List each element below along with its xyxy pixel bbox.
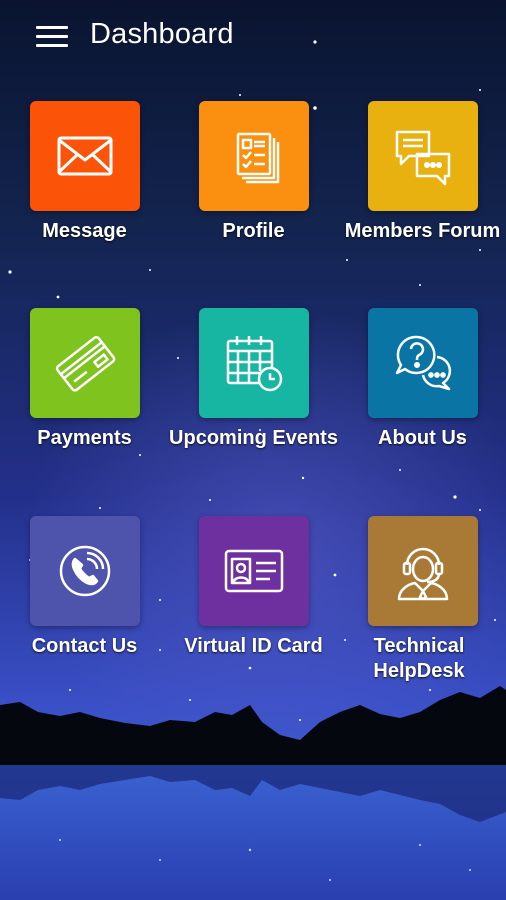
tile-label: Payments: [37, 427, 132, 449]
tile-contact-us-box[interactable]: [30, 516, 140, 626]
tile-label: About Us: [378, 427, 467, 449]
chat-bubbles-icon: [395, 130, 451, 186]
tile-label: Virtual ID Card: [184, 635, 323, 657]
tile-label: Message: [42, 220, 127, 242]
envelope-icon: [57, 136, 113, 176]
hamburger-menu-icon[interactable]: [36, 26, 68, 48]
tile-about-us[interactable]: About Us: [338, 308, 506, 508]
calendar-clock-icon: [226, 336, 283, 392]
tile-upcoming-events-box[interactable]: [199, 308, 309, 418]
tile-payments[interactable]: Payments: [0, 308, 169, 508]
support-agent-icon: [397, 547, 449, 601]
tile-upcoming-events[interactable]: Upcoming Events: [169, 308, 338, 508]
phone-call-icon: [59, 545, 111, 597]
tile-members-forum-box[interactable]: [368, 101, 478, 211]
id-card-icon: [224, 549, 284, 593]
tile-virtual-id-card[interactable]: Virtual ID Card: [169, 516, 338, 716]
tile-technical-helpdesk[interactable]: Technical HelpDesk: [338, 516, 506, 716]
tile-label: Members Forum: [344, 220, 501, 242]
tile-label: Contact Us: [31, 635, 138, 657]
tile-payments-box[interactable]: [30, 308, 140, 418]
tile-profile-box[interactable]: [199, 101, 309, 211]
app-bar: Dashboard: [0, 0, 506, 74]
tile-contact-us[interactable]: Contact Us: [0, 516, 169, 716]
tile-message[interactable]: Message: [0, 101, 169, 301]
tile-label: Profile: [222, 220, 285, 242]
tile-about-us-box[interactable]: [368, 308, 478, 418]
tile-technical-helpdesk-box[interactable]: [368, 516, 478, 626]
tile-label: Technical HelpDesk: [373, 635, 465, 682]
document-checklist-icon: [236, 132, 280, 184]
tile-label: Upcoming Events: [169, 427, 338, 449]
tile-virtual-id-card-box[interactable]: [199, 516, 309, 626]
question-chat-icon: [395, 335, 452, 391]
credit-card-icon: [55, 335, 116, 392]
tile-message-box[interactable]: [30, 101, 140, 211]
tile-profile[interactable]: Profile: [169, 101, 338, 301]
page-title: Dashboard: [90, 18, 234, 50]
tile-members-forum[interactable]: Members Forum: [338, 101, 506, 301]
